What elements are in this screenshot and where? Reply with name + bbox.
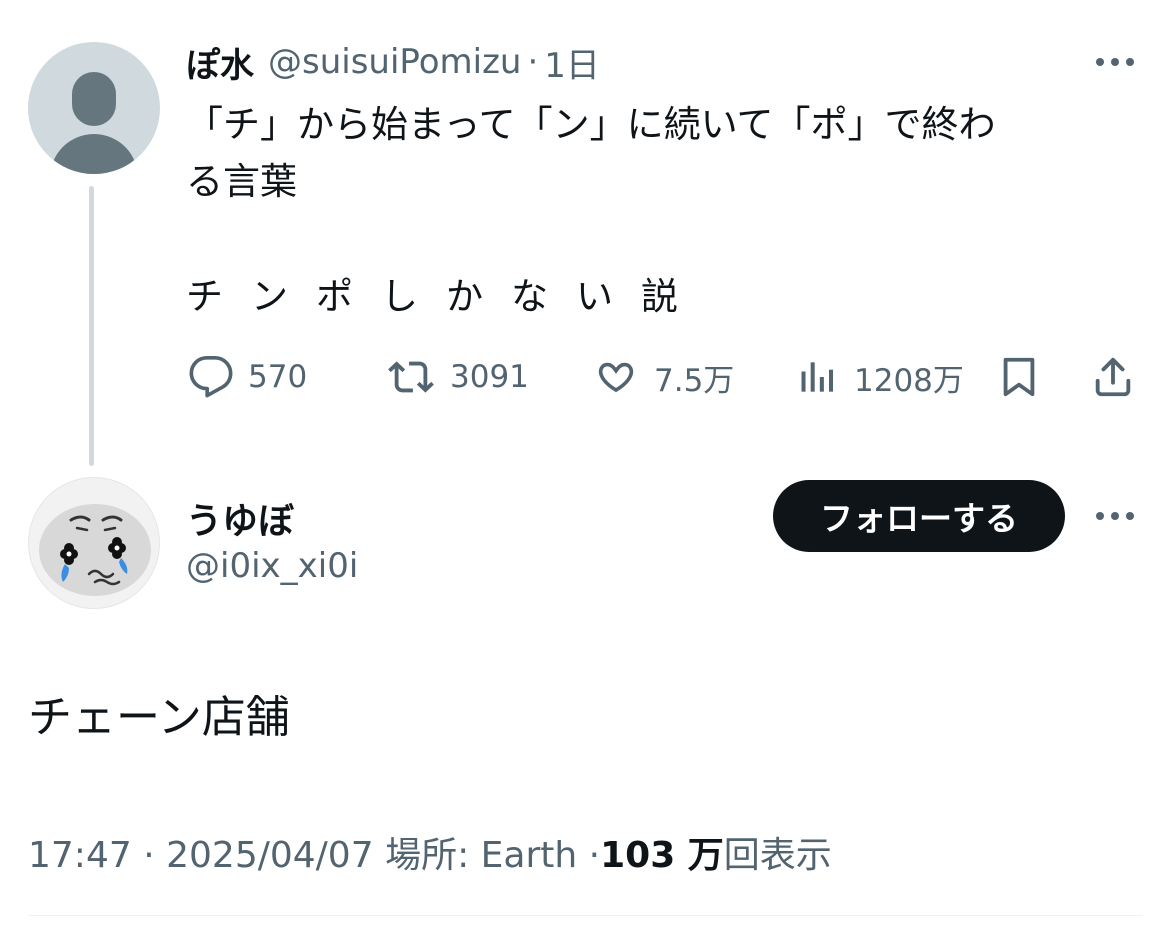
- retweet-icon: [388, 361, 434, 393]
- reply-time[interactable]: 17:47: [28, 835, 132, 876]
- divider: [28, 915, 1143, 916]
- reply-view-suffix: 回表示: [723, 835, 832, 876]
- reply-icon: [189, 356, 233, 398]
- analytics-icon: [801, 362, 834, 392]
- reply-location: 場所: Earth: [385, 835, 578, 876]
- share-button[interactable]: [1090, 352, 1136, 402]
- reply-count: 570: [248, 359, 308, 395]
- default-avatar-head-icon: [72, 72, 116, 126]
- retweet-count: 3091: [450, 359, 529, 395]
- like-button[interactable]: 7.5万: [592, 354, 734, 400]
- parent-display-name[interactable]: ぽ水: [186, 38, 254, 87]
- view-count: 1208万: [854, 362, 964, 399]
- like-count: 7.5万: [654, 362, 735, 399]
- reply-date[interactable]: 2025/04/07: [166, 835, 374, 876]
- reply-view-count: 103 万: [600, 835, 724, 876]
- reply-meta: 17:47 · 2025/04/07 場所: Earth ·103 万回表示: [28, 832, 832, 880]
- thread-line: [89, 186, 94, 466]
- parent-tweet-text-1: 「チ」から始まって「ン」に続いて「ポ」で終わ る言葉: [186, 103, 996, 203]
- reply-avatar[interactable]: [28, 477, 160, 609]
- bookmark-button[interactable]: [996, 352, 1042, 402]
- reply-handle[interactable]: @i0ix_xi0i: [186, 546, 358, 586]
- reply-more-icon[interactable]: [1096, 512, 1134, 520]
- parent-more-icon[interactable]: [1096, 58, 1134, 66]
- parent-tweet-header: ぽ水 @suisuiPomizu · 1日: [186, 38, 600, 87]
- retweet-button[interactable]: 3091: [386, 354, 529, 400]
- reply-display-name[interactable]: うゆぼ: [186, 492, 294, 544]
- crying-face-icon: [39, 504, 151, 596]
- meta-separator: ·: [588, 835, 601, 876]
- parent-avatar[interactable]: [28, 42, 160, 174]
- heart-icon: [598, 362, 634, 393]
- reply-tweet-text: チェーン店舗: [28, 692, 290, 743]
- meta-separator: ·: [143, 835, 155, 876]
- parent-tweet-text-2: チンポしかない説: [186, 275, 706, 318]
- header-separator: ·: [527, 42, 539, 82]
- parent-timestamp[interactable]: 1日: [544, 38, 600, 87]
- parent-handle[interactable]: @suisuiPomizu: [268, 42, 521, 82]
- parent-action-bar: 570 3091 7.5万 1208万: [0, 348, 1169, 404]
- default-avatar-body-icon: [50, 134, 138, 174]
- reply-button[interactable]: 570: [188, 354, 307, 400]
- views-button[interactable]: 1208万: [796, 354, 964, 400]
- bookmark-icon: [1003, 357, 1035, 397]
- follow-button[interactable]: フォローする: [773, 480, 1065, 552]
- share-icon: [1095, 357, 1131, 397]
